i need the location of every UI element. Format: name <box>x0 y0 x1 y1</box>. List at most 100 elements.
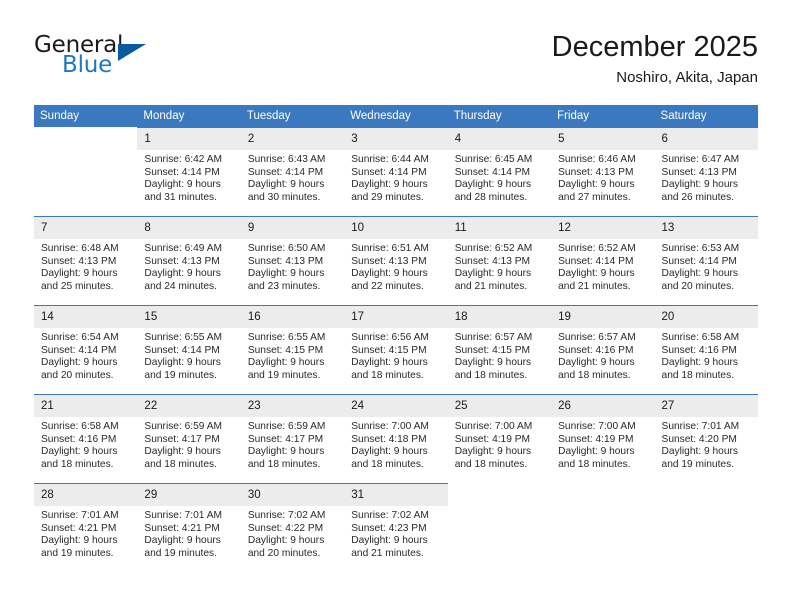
calendar-day-cell[interactable]: 31 Sunrise: 7:02 AM Sunset: 4:23 PM Dayligh… <box>344 483 448 572</box>
daylight-duration-line1: Daylight: 9 hours <box>558 179 635 191</box>
day-number: 25 <box>447 395 552 417</box>
calendar-day-cell[interactable]: 19 Sunrise: 6:57 AM Sunset: 4:16 PM Dayligh… <box>551 305 655 394</box>
daylight-duration-line2: and 18 minutes. <box>454 458 528 470</box>
daylight-duration-line1: Daylight: 9 hours <box>41 357 118 369</box>
calendar-day-cell[interactable]: 2 Sunrise: 6:43 AM Sunset: 4:14 PM Daylight… <box>240 127 345 216</box>
sunset-time: Sunset: 4:14 PM <box>454 166 531 178</box>
sunrise-time: Sunrise: 6:50 AM <box>247 243 326 254</box>
calendar-week-row: 7 Sunrise: 6:48 AM Sunset: 4:13 PM Daylight… <box>34 216 758 305</box>
calendar-day-cell[interactable]: 30 Sunrise: 7:02 AM Sunset: 4:22 PM Dayligh… <box>240 483 345 572</box>
day-number: 26 <box>551 395 655 417</box>
calendar-day-cell[interactable]: 1 Sunrise: 6:42 AM Sunset: 4:14 PM Daylight… <box>137 127 241 216</box>
calendar-day-cell[interactable]: 7 Sunrise: 6:48 AM Sunset: 4:13 PM Daylight… <box>34 216 138 305</box>
daylight-duration-line2: and 19 minutes. <box>661 458 735 470</box>
day-details: Sunrise: 6:57 AM Sunset: 4:15 PM Daylight:… <box>448 328 551 382</box>
day-details: Sunrise: 6:45 AM Sunset: 4:14 PM Daylight:… <box>448 150 551 204</box>
daylight-duration-line1: Daylight: 9 hours <box>247 446 325 458</box>
sunset-time: Sunset: 4:16 PM <box>41 433 117 445</box>
sunrise-time: Sunrise: 6:55 AM <box>247 332 326 343</box>
weekday-header-thursday: Thursday <box>447 105 552 127</box>
sunrise-time: Sunrise: 6:52 AM <box>454 243 533 254</box>
calendar-day-cell[interactable]: 14 Sunrise: 6:54 AM Sunset: 4:14 PM Dayligh… <box>34 305 138 394</box>
title-block: December 2025 Noshiro, Akita, Japan <box>552 30 758 89</box>
daylight-duration-line2: and 20 minutes. <box>247 547 321 559</box>
daylight-duration-line2: and 19 minutes. <box>144 369 217 381</box>
sunrise-time: Sunrise: 6:53 AM <box>661 243 740 254</box>
general-blue-logo[interactable]: General Blue <box>34 32 274 92</box>
daylight-duration-line1: Daylight: 9 hours <box>144 357 221 369</box>
day-number: 4 <box>447 128 552 150</box>
calendar-day-cell[interactable]: 28 Sunrise: 7:01 AM Sunset: 4:21 PM Dayligh… <box>34 483 138 572</box>
sunrise-time: Sunrise: 6:51 AM <box>351 243 429 254</box>
calendar-day-cell[interactable]: 10 Sunrise: 6:51 AM Sunset: 4:13 PM Dayligh… <box>344 216 448 305</box>
calendar-day-cell[interactable]: 18 Sunrise: 6:57 AM Sunset: 4:15 PM Dayligh… <box>447 305 552 394</box>
calendar-day-cell[interactable]: 25 Sunrise: 7:00 AM Sunset: 4:19 PM Dayligh… <box>447 394 552 483</box>
calendar-day-cell[interactable]: 8 Sunrise: 6:49 AM Sunset: 4:13 PM Daylight… <box>137 216 241 305</box>
day-details: Sunrise: 6:55 AM Sunset: 4:15 PM Daylight:… <box>241 328 344 382</box>
calendar-day-cell[interactable]: 29 Sunrise: 7:01 AM Sunset: 4:21 PM Dayligh… <box>137 483 241 572</box>
calendar-day-cell[interactable]: 26 Sunrise: 7:00 AM Sunset: 4:19 PM Dayligh… <box>551 394 655 483</box>
sunrise-sunset-calendar: Sunday Monday Tuesday Wednesday Thursday Frid… <box>34 105 758 572</box>
sunrise-time: Sunrise: 7:00 AM <box>454 421 533 432</box>
calendar-day-cell[interactable]: 17 Sunrise: 6:56 AM Sunset: 4:15 PM Dayligh… <box>344 305 448 394</box>
calendar-day-cell[interactable]: 15 Sunrise: 6:55 AM Sunset: 4:14 PM Dayligh… <box>137 305 241 394</box>
calendar-week-row: 28 Sunrise: 7:01 AM Sunset: 4:21 PM Dayligh… <box>34 483 758 572</box>
calendar-day-cell[interactable]: 3 Sunrise: 6:44 AM Sunset: 4:14 PM Daylight… <box>344 127 448 216</box>
calendar-day-cell[interactable]: 6 Sunrise: 6:47 AM Sunset: 4:13 PM Daylight… <box>654 127 758 216</box>
calendar-day-cell[interactable]: 23 Sunrise: 6:59 AM Sunset: 4:17 PM Dayligh… <box>240 394 345 483</box>
weekday-header-monday: Monday <box>137 105 241 127</box>
daylight-duration-line1: Daylight: 9 hours <box>351 268 428 280</box>
location-subtitle: Noshiro, Akita, Japan <box>616 69 758 86</box>
daylight-duration-line2: and 21 minutes. <box>558 280 631 292</box>
sunset-time: Sunset: 4:13 PM <box>558 166 634 178</box>
calendar-day-cell[interactable]: 5 Sunrise: 6:46 AM Sunset: 4:13 PM Daylight… <box>551 127 655 216</box>
day-details: Sunrise: 6:58 AM Sunset: 4:16 PM Daylight:… <box>655 328 758 382</box>
calendar-day-cell[interactable]: 24 Sunrise: 7:00 AM Sunset: 4:18 PM Dayligh… <box>344 394 448 483</box>
calendar-day-cell[interactable]: 20 Sunrise: 6:58 AM Sunset: 4:16 PM Dayligh… <box>654 305 758 394</box>
daylight-duration-line2: and 21 minutes. <box>351 547 424 559</box>
sunset-time: Sunset: 4:13 PM <box>144 255 220 267</box>
day-details: Sunrise: 7:00 AM Sunset: 4:18 PM Daylight:… <box>344 417 447 471</box>
day-number: 12 <box>551 217 655 239</box>
daylight-duration-line1: Daylight: 9 hours <box>661 179 738 191</box>
day-number: 3 <box>344 128 448 150</box>
calendar-day-cell[interactable]: 13 Sunrise: 6:53 AM Sunset: 4:14 PM Dayligh… <box>654 216 758 305</box>
day-details: Sunrise: 6:47 AM Sunset: 4:13 PM Daylight:… <box>655 150 758 204</box>
calendar-day-cell[interactable]: 9 Sunrise: 6:50 AM Sunset: 4:13 PM Daylight… <box>240 216 345 305</box>
calendar-day-cell[interactable]: 22 Sunrise: 6:59 AM Sunset: 4:17 PM Dayligh… <box>137 394 241 483</box>
day-details: Sunrise: 7:01 AM Sunset: 4:20 PM Daylight:… <box>655 417 758 471</box>
calendar-week-row: 1 Sunrise: 6:42 AM Sunset: 4:14 PM Daylight… <box>34 127 758 216</box>
day-details: Sunrise: 6:52 AM Sunset: 4:13 PM Daylight:… <box>448 239 551 293</box>
day-details: Sunrise: 6:54 AM Sunset: 4:14 PM Daylight:… <box>34 328 137 382</box>
sunset-time: Sunset: 4:14 PM <box>144 344 220 356</box>
daylight-duration-line1: Daylight: 9 hours <box>661 446 738 458</box>
day-details: Sunrise: 6:43 AM Sunset: 4:14 PM Daylight:… <box>241 150 344 204</box>
calendar-day-cell-empty <box>551 483 655 572</box>
calendar-day-cell[interactable]: 27 Sunrise: 7:01 AM Sunset: 4:20 PM Dayligh… <box>654 394 758 483</box>
sunset-time: Sunset: 4:21 PM <box>41 522 117 534</box>
sunrise-time: Sunrise: 7:01 AM <box>144 510 223 521</box>
daylight-duration-line2: and 20 minutes. <box>661 280 735 292</box>
day-details: Sunrise: 7:01 AM Sunset: 4:21 PM Daylight:… <box>137 506 240 560</box>
calendar-day-cell[interactable]: 12 Sunrise: 6:52 AM Sunset: 4:14 PM Dayligh… <box>551 216 655 305</box>
daylight-duration-line2: and 18 minutes. <box>41 458 114 470</box>
daylight-duration-line2: and 18 minutes. <box>661 369 735 381</box>
sunrise-time: Sunrise: 7:00 AM <box>351 421 429 432</box>
calendar-day-cell[interactable]: 11 Sunrise: 6:52 AM Sunset: 4:13 PM Dayligh… <box>447 216 552 305</box>
sunrise-time: Sunrise: 6:55 AM <box>144 332 223 343</box>
daylight-duration-line1: Daylight: 9 hours <box>41 268 118 280</box>
day-number <box>551 484 655 506</box>
daylight-duration-line1: Daylight: 9 hours <box>41 446 118 458</box>
daylight-duration-line2: and 19 minutes. <box>247 369 321 381</box>
day-details: Sunrise: 7:01 AM Sunset: 4:21 PM Daylight:… <box>34 506 137 560</box>
calendar-day-cell[interactable]: 21 Sunrise: 6:58 AM Sunset: 4:16 PM Dayligh… <box>34 394 138 483</box>
day-number: 27 <box>654 395 758 417</box>
sunrise-time: Sunrise: 6:49 AM <box>144 243 223 254</box>
calendar-day-cell[interactable]: 4 Sunrise: 6:45 AM Sunset: 4:14 PM Daylight… <box>447 127 552 216</box>
daylight-duration-line2: and 18 minutes. <box>351 369 424 381</box>
calendar-day-cell[interactable]: 16 Sunrise: 6:55 AM Sunset: 4:15 PM Dayligh… <box>240 305 345 394</box>
day-details: Sunrise: 7:02 AM Sunset: 4:22 PM Daylight:… <box>241 506 344 560</box>
sunset-time: Sunset: 4:22 PM <box>247 522 324 534</box>
daylight-duration-line1: Daylight: 9 hours <box>454 357 532 369</box>
day-details: Sunrise: 6:53 AM Sunset: 4:14 PM Daylight:… <box>655 239 758 293</box>
